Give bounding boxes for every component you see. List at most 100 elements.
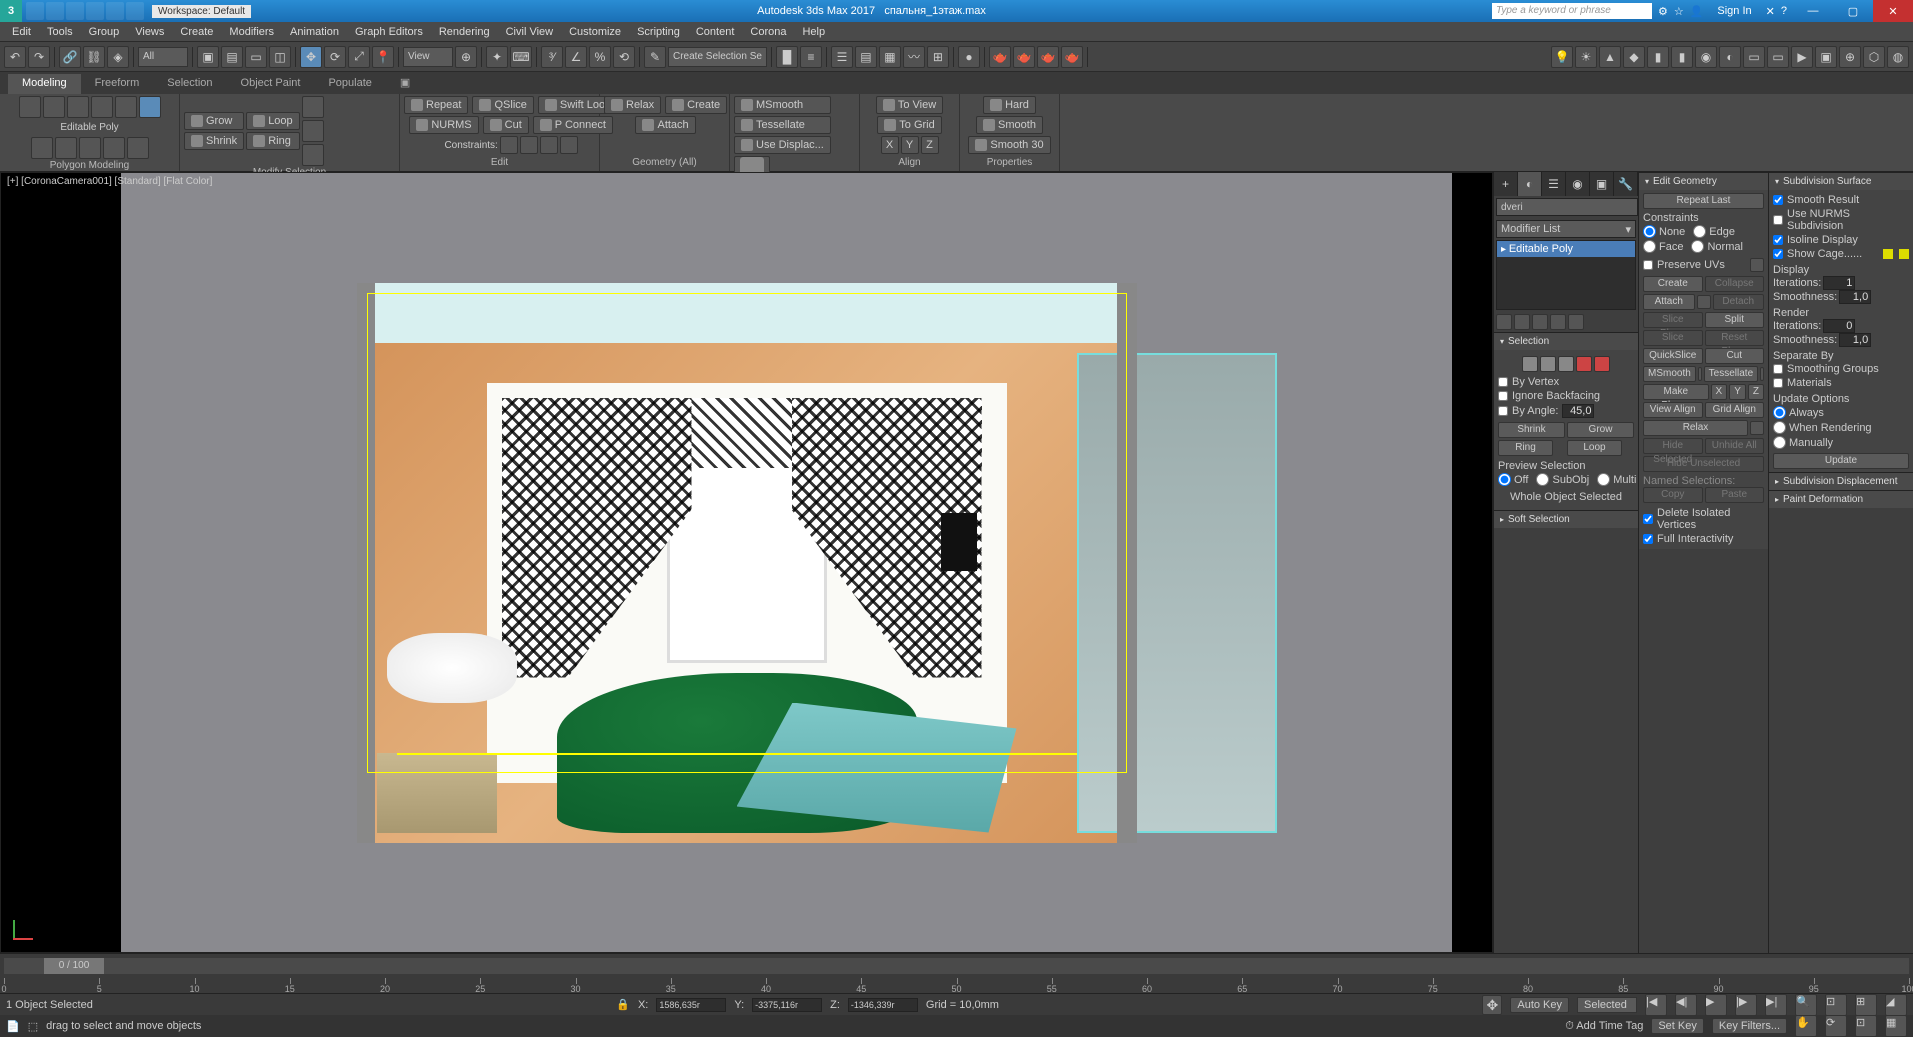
spinner-snap-button[interactable]: ⟲ [613, 46, 635, 68]
named-sel-set[interactable]: Create Selection Se [668, 47, 767, 67]
angle-snap-button[interactable]: ∠ [565, 46, 587, 68]
display-iter-input[interactable]: 1 [1823, 276, 1855, 290]
qat-undo-icon[interactable] [86, 2, 104, 20]
by-angle-check[interactable] [1498, 406, 1508, 416]
play-end-button[interactable]: ▶| [1765, 994, 1787, 1016]
modifier-stack[interactable]: ▸ Editable Poly [1496, 240, 1636, 310]
ref-coord-system[interactable]: View [403, 47, 453, 67]
nav-zoom-button[interactable]: 🔍 [1795, 994, 1817, 1016]
tab-object-paint[interactable]: Object Paint [227, 74, 315, 94]
corona-tool-4[interactable]: ▮ [1671, 46, 1693, 68]
tab-display-icon[interactable]: ▣ [1590, 172, 1614, 196]
eg-attach-list[interactable] [1697, 295, 1711, 309]
pin-stack-button[interactable] [1496, 314, 1512, 330]
eg-quickslice-button[interactable]: QuickSlice [1643, 348, 1703, 364]
eg-msmooth-settings[interactable] [1698, 367, 1702, 381]
tab-create-icon[interactable]: + [1494, 172, 1518, 196]
menu-content[interactable]: Content [688, 24, 743, 40]
layers-button[interactable]: ☰ [831, 46, 853, 68]
loop-button[interactable]: Loop [246, 112, 299, 130]
element-mode-button[interactable] [115, 96, 137, 118]
redo-button[interactable]: ↷ [28, 46, 50, 68]
render-smooth-input[interactable]: 1,0 [1839, 333, 1871, 347]
communication-icon[interactable]: ⚙ [1658, 5, 1668, 18]
shrink-sel-button[interactable]: Shrink [1498, 422, 1565, 438]
sel-edge-button[interactable] [1540, 356, 1556, 372]
cage-color-1[interactable] [1883, 249, 1893, 259]
qslice-button[interactable]: QSlice [472, 96, 533, 114]
subdivision-head[interactable]: Subdivision Surface [1769, 172, 1913, 190]
configure-sets-button[interactable] [1568, 314, 1584, 330]
time-slider-track[interactable]: 0 / 100 [4, 958, 1909, 974]
material-editor-button[interactable]: ● [958, 46, 980, 68]
constraint-normal-button[interactable] [560, 136, 578, 154]
constraint-edge-button[interactable] [520, 136, 538, 154]
vertex-mode-button[interactable] [19, 96, 41, 118]
corona-tool-12[interactable]: ⬡ [1863, 46, 1885, 68]
poly-tool-1[interactable] [31, 137, 53, 159]
by-vertex-check[interactable] [1498, 377, 1508, 387]
key-mode-selected[interactable]: Selected [1577, 997, 1637, 1013]
full-int-check[interactable] [1643, 534, 1653, 544]
maxscript-icon[interactable]: ⬚ [28, 1020, 38, 1033]
lock-icon[interactable]: 🔒 [616, 998, 630, 1011]
unlink-button[interactable]: ⛓ [83, 46, 105, 68]
showcage-check[interactable] [1773, 249, 1783, 259]
preserve-uvs-settings[interactable] [1750, 258, 1764, 272]
menu-views[interactable]: Views [127, 24, 172, 40]
tab-selection[interactable]: Selection [153, 74, 226, 94]
selection-rollout-head[interactable]: Selection [1494, 332, 1638, 350]
nav-maximize-button[interactable]: ⊡ [1855, 1015, 1877, 1037]
menu-group[interactable]: Group [81, 24, 128, 40]
snap-toggle-button[interactable]: ³⁄ [541, 46, 563, 68]
nav-zoomall-button[interactable]: ⊡ [1825, 994, 1847, 1016]
corona-tool-5[interactable]: ◉ [1695, 46, 1717, 68]
keyboard-shortcut-button[interactable]: ⌨ [510, 46, 532, 68]
constraint-none-radio[interactable] [1643, 225, 1656, 238]
smooth-button[interactable]: Smooth [976, 116, 1043, 134]
menu-tools[interactable]: Tools [39, 24, 81, 40]
setkey-button[interactable]: Set Key [1651, 1018, 1704, 1034]
poly-mode-button[interactable] [91, 96, 113, 118]
corona-tool-9[interactable]: ▶ [1791, 46, 1813, 68]
soft-selection-rollout-head[interactable]: Soft Selection [1494, 510, 1638, 528]
menu-rendering[interactable]: Rendering [431, 24, 498, 40]
poly-tool-4[interactable] [103, 137, 125, 159]
cut-button[interactable]: Cut [483, 116, 529, 134]
tab-utilities-icon[interactable]: 🔧 [1614, 172, 1638, 196]
nurms-button[interactable]: NURMS [409, 116, 478, 134]
eg-relax-settings[interactable] [1750, 421, 1764, 435]
toview-button[interactable]: To View [876, 96, 943, 114]
select-rotate-button[interactable]: ⟳ [324, 46, 346, 68]
play-start-button[interactable]: |◀ [1645, 994, 1667, 1016]
isoline-check[interactable] [1773, 235, 1783, 245]
eg-planar-x[interactable]: X [1711, 384, 1728, 400]
eg-planar-z[interactable]: Z [1748, 384, 1764, 400]
eg-msmooth-button[interactable]: MSmooth [1643, 366, 1696, 382]
schematic-view-button[interactable]: ⊞ [927, 46, 949, 68]
eg-cut-button[interactable]: Cut [1705, 348, 1765, 364]
keyfilters-button[interactable]: Key Filters... [1712, 1018, 1787, 1034]
x-coord-input[interactable] [656, 998, 726, 1012]
help-search[interactable]: Type a keyword or phrase [1492, 3, 1652, 19]
constraint-none-button[interactable] [500, 136, 518, 154]
signin-button[interactable]: Sign In [1709, 5, 1759, 17]
mirror-button[interactable]: ▐▌ [776, 46, 798, 68]
make-unique-button[interactable] [1532, 314, 1548, 330]
pivot-center-button[interactable]: ⊕ [455, 46, 477, 68]
light-tool-1[interactable]: 💡 [1551, 46, 1573, 68]
viewport-canvas[interactable] [1, 173, 1492, 952]
minimize-button[interactable]: — [1793, 0, 1833, 22]
modsel-tool-3[interactable] [302, 144, 324, 166]
qat-redo-icon[interactable] [106, 2, 124, 20]
qat-open-icon[interactable] [46, 2, 64, 20]
eg-makeplanar-button[interactable]: Make Planar [1643, 384, 1709, 400]
smooth30-button[interactable]: Smooth 30 [968, 136, 1050, 154]
curve-editor-button[interactable]: 〰 [903, 46, 925, 68]
repeat-last-button[interactable]: Repeat Last [1643, 193, 1764, 209]
sel-element-button[interactable] [1594, 356, 1610, 372]
play-prevkey-button[interactable]: ◀| [1675, 994, 1697, 1016]
sep-materials-check[interactable] [1773, 378, 1783, 388]
workspace-selector[interactable]: Workspace: Default [152, 5, 251, 18]
del-iso-check[interactable] [1643, 514, 1653, 524]
